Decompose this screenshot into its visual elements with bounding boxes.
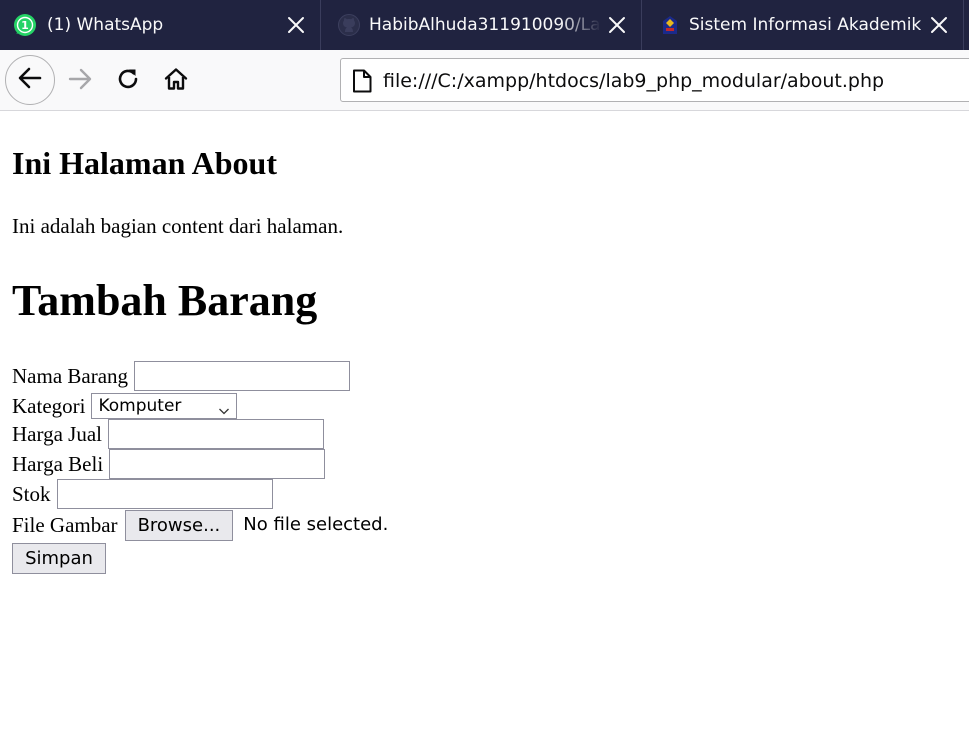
github-icon <box>337 13 361 37</box>
simpan-button[interactable]: Simpan <box>12 543 106 574</box>
tab-title: (1) WhatsApp <box>47 15 164 35</box>
browse-button[interactable]: Browse... <box>124 509 234 541</box>
tab-github[interactable]: HabibAlhuda311910090/Lab9 <box>321 0 642 50</box>
arrow-left-icon <box>16 64 44 97</box>
harga-beli-row: Harga Beli <box>12 449 326 479</box>
navigation-toolbar: file:///C:/xampp/htdocs/lab9_php_modular… <box>0 50 969 111</box>
tab-siakad[interactable]: Sistem Informasi Akademik <box>642 0 964 50</box>
tab-strip: 1 (1) WhatsApp HabibAlhuda311910090/Lab9 <box>0 0 969 50</box>
harga-beli-label: Harga Beli <box>12 452 104 476</box>
nama-barang-row: Nama Barang <box>12 361 351 391</box>
kategori-selected-value: Komputer <box>98 396 182 416</box>
file-status: No file selected. <box>243 514 389 535</box>
home-icon <box>163 66 189 97</box>
stok-input[interactable] <box>56 479 273 509</box>
stok-row: Stok <box>12 479 273 509</box>
stok-label: Stok <box>12 482 51 506</box>
nama-barang-label: Nama Barang <box>12 364 129 388</box>
close-icon[interactable] <box>607 15 627 35</box>
file-gambar-row: File Gambar Browse... No file selected. <box>12 509 389 541</box>
kategori-select[interactable]: Komputer <box>91 393 238 419</box>
tab-badge: 1 <box>21 19 29 32</box>
tab-title: HabibAlhuda311910090/Lab9 <box>369 15 601 35</box>
arrow-right-icon <box>66 65 94 98</box>
forward-button[interactable] <box>64 65 96 97</box>
address-bar[interactable]: file:///C:/xampp/htdocs/lab9_php_modular… <box>340 58 969 102</box>
close-icon[interactable] <box>286 15 306 35</box>
home-button[interactable] <box>160 65 192 97</box>
nama-barang-input[interactable] <box>134 361 351 391</box>
kategori-label: Kategori <box>12 394 86 418</box>
page-paragraph: Ini adalah bagian content dari halaman. <box>12 214 344 238</box>
harga-jual-row: Harga Jual <box>12 419 324 449</box>
form-title: Tambah Barang <box>12 276 318 325</box>
tab-title: Sistem Informasi Akademik <box>689 15 922 35</box>
page-icon <box>351 69 373 93</box>
reload-icon <box>115 66 141 97</box>
whatsapp-icon: 1 <box>13 13 37 37</box>
chevron-down-icon <box>218 400 230 415</box>
harga-jual-input[interactable] <box>108 419 324 449</box>
close-icon[interactable] <box>929 15 949 35</box>
harga-jual-label: Harga Jual <box>12 422 102 446</box>
page-heading: Ini Halaman About <box>12 145 277 181</box>
reload-button[interactable] <box>112 65 144 97</box>
file-gambar-label: File Gambar <box>12 513 118 537</box>
kategori-row: Kategori Komputer <box>12 391 238 421</box>
tab-whatsapp[interactable]: 1 (1) WhatsApp <box>0 0 321 50</box>
back-button[interactable] <box>5 55 55 105</box>
university-logo-icon <box>660 15 680 35</box>
harga-beli-input[interactable] <box>109 449 326 479</box>
url-text: file:///C:/xampp/htdocs/lab9_php_modular… <box>383 70 885 92</box>
